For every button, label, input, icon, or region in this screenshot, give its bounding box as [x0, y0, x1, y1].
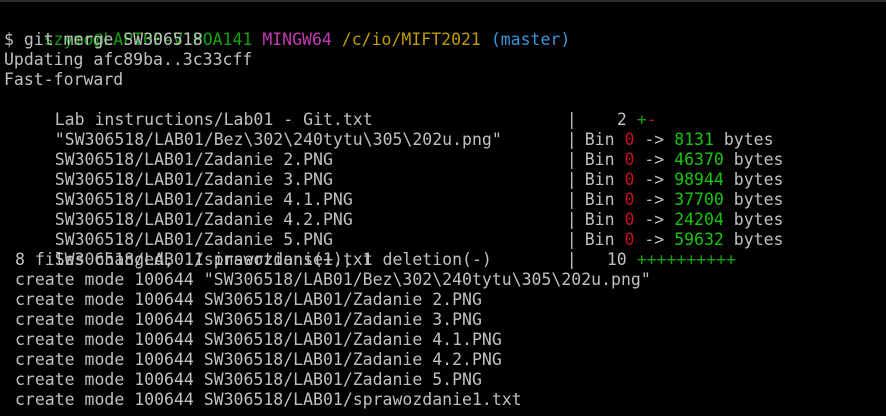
window-edge	[0, 0, 886, 2]
create-mode-line: create mode 100644 SW306518/LAB01/sprawo…	[15, 390, 522, 409]
create-mode-line: create mode 100644 SW306518/LAB01/Zadani…	[15, 350, 502, 369]
diffstat-file: SW306518/LAB01/Zadanie 4.2.PNG	[54, 210, 353, 229]
diffstat-count: 2	[616, 110, 627, 129]
create-mode-line: create mode 100644 SW306518/LAB01/Zadani…	[15, 290, 482, 309]
output-updating: Updating afc89ba..3c33cff	[4, 50, 253, 69]
diffstat-file: Lab instructions/Lab01 - Git.txt	[54, 110, 373, 129]
create-mode-line: create mode 100644 SW306518/LAB01/Zadani…	[15, 370, 482, 389]
diffstat-file: SW306518/LAB01/Zadanie 4.1.PNG	[54, 190, 353, 209]
create-mode-line: create mode 100644 "SW306518/LAB01/Bez\3…	[15, 270, 651, 289]
create-mode-line: create mode 100644 SW306518/LAB01/Zadani…	[15, 310, 482, 329]
create-mode-line: create mode 100644 SW306518/LAB01/Zadani…	[15, 330, 502, 349]
prompt-shell: MINGW64	[262, 30, 332, 49]
terminal-window[interactable]: szymo@LAPTOP-V1POA141 MINGW64 /c/io/MIFT…	[0, 0, 886, 416]
diffstat-file: SW306518/LAB01/Zadanie 5.PNG	[54, 230, 333, 249]
prompt-path: /c/io/MIFT2021	[341, 30, 481, 49]
diffstat-count: 10	[606, 250, 627, 269]
diffstat-file: "SW306518/LAB01/Bez\302\240tytu\305\202u…	[54, 130, 502, 149]
prompt-line: szymo@LAPTOP-V1POA141 MINGW64 /c/io/MIFT…	[0, 10, 886, 49]
output-fast-forward: Fast-forward	[4, 70, 124, 89]
prompt-branch: (master)	[490, 30, 571, 49]
diffstat-row: Lab instructions/Lab01 - Git.txt | 2 +-	[54, 110, 657, 129]
diffstat-file: SW306518/LAB01/Zadanie 3.PNG	[54, 170, 333, 189]
summary-line: 8 files changed, 11 insertions(+), 1 del…	[15, 250, 492, 269]
diffstat-file: SW306518/LAB01/Zadanie 2.PNG	[54, 150, 333, 169]
